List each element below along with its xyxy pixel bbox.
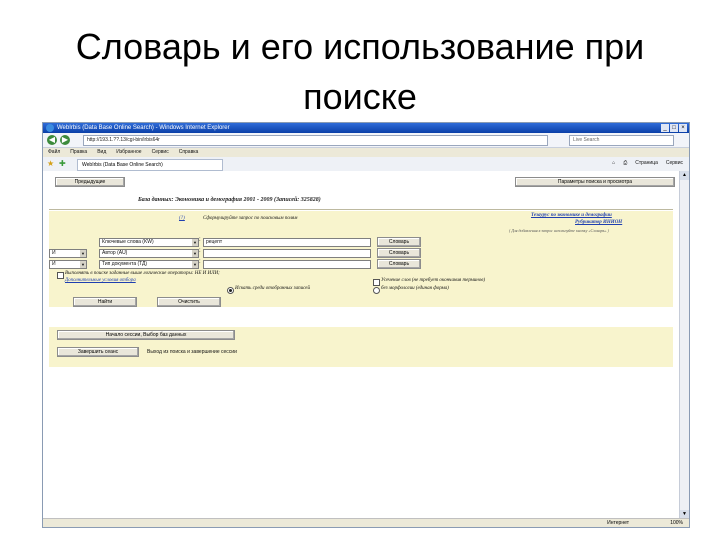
- status-bar: Интернет 100%: [43, 518, 689, 527]
- new-session-button[interactable]: Начало сессии, Выбор баз данных: [57, 330, 235, 340]
- thesaurus-link[interactable]: Тезаурус по экономике и демографии: [531, 213, 612, 218]
- find-button[interactable]: Найти: [73, 297, 137, 307]
- rubricator-link[interactable]: Рубрикатор ИНИОН: [575, 220, 622, 225]
- address-bar: ◀ ▶ http://193.1.??.13/cgi-bin/irbis64r …: [43, 133, 689, 148]
- vertical-scrollbar[interactable]: ▲ ▼: [679, 171, 689, 519]
- ie-icon: [46, 124, 54, 132]
- live-search-input[interactable]: Live Search: [569, 135, 674, 146]
- slide-title: Словарь и его использование при поиске: [0, 22, 720, 122]
- back-icon[interactable]: ◀: [47, 135, 57, 145]
- query-input-3[interactable]: [203, 260, 371, 269]
- colon: :: [199, 248, 201, 254]
- query-input-1[interactable]: рецепт: [203, 238, 371, 247]
- window-title: WebIrbis (Data Base Online Search) - Win…: [57, 125, 230, 131]
- divider: [49, 209, 673, 210]
- slide-title-line-2: поиске: [303, 76, 417, 117]
- help-link[interactable]: (?): [179, 216, 185, 221]
- minimize-icon[interactable]: _: [661, 124, 669, 132]
- page-viewport: Предыдущие Параметры поиска и просмотра …: [43, 171, 679, 519]
- truncation-checkbox[interactable]: [373, 279, 380, 286]
- query-input-2[interactable]: [203, 249, 371, 258]
- chevron-down-icon: ▼: [80, 250, 86, 257]
- field-select-3[interactable]: Тип документа (ТД) ▼: [99, 260, 199, 269]
- end-session-text: Выход из поиска и завершение сессии: [147, 349, 237, 355]
- home-icon[interactable]: ⌂: [612, 160, 615, 166]
- menu-bar: Файл Правка Вид Избранное Сервис Справка: [43, 148, 689, 157]
- slide-title-line-1: Словарь и его использование при: [75, 26, 645, 67]
- chevron-down-icon: ▼: [80, 261, 86, 268]
- extra-conditions-link[interactable]: Дополнительные условия отбора: [65, 278, 136, 283]
- compose-hint: Сформулируйте запрос по поисковым полям: [203, 216, 298, 221]
- url-input[interactable]: http://193.1.??.13/cgi-bin/irbis64r: [83, 135, 548, 146]
- menu-file[interactable]: Файл: [48, 148, 60, 157]
- add-favorite-icon[interactable]: ✚: [59, 159, 66, 168]
- no-morph-radio[interactable]: [373, 287, 380, 294]
- field-select-2[interactable]: Автор (AU) ▼: [99, 249, 199, 258]
- command-tools[interactable]: Сервис: [666, 160, 683, 166]
- browser-window: WebIrbis (Data Base Online Search) - Win…: [42, 122, 690, 528]
- zoom-level[interactable]: 100%: [670, 519, 683, 527]
- menu-tools[interactable]: Сервис: [152, 148, 169, 157]
- search-params-button[interactable]: Параметры поиска и просмотра: [515, 177, 675, 187]
- logic-operators-label: Выполнять в поиске заданные выше логичес…: [65, 271, 220, 276]
- database-info: База данных: Экономика и демография 2001…: [138, 197, 321, 203]
- search-form-panel: [49, 211, 673, 307]
- logic-operators-checkbox[interactable]: [57, 272, 64, 279]
- chevron-down-icon: ▼: [192, 261, 198, 268]
- truncation-label: Усечение слов (не требует окончания терм…: [381, 278, 486, 283]
- colon: :: [199, 259, 201, 265]
- end-session-button[interactable]: Завершить сеанс: [57, 347, 139, 357]
- forward-icon[interactable]: ▶: [60, 135, 70, 145]
- window-controls: _ □ ×: [661, 124, 687, 132]
- menu-edit[interactable]: Правка: [70, 148, 87, 157]
- search-within-label: Искать среди отобранных записей: [235, 286, 310, 291]
- command-page[interactable]: Страница: [635, 160, 658, 166]
- menu-view[interactable]: Вид: [97, 148, 106, 157]
- clear-button[interactable]: Очистить: [157, 297, 221, 307]
- search-within-radio[interactable]: [227, 287, 234, 294]
- colon: :: [199, 237, 201, 243]
- dictionary-button-3[interactable]: Словарь: [377, 259, 421, 269]
- dictionary-button-2[interactable]: Словарь: [377, 248, 421, 258]
- dictionary-button-1[interactable]: Словарь: [377, 237, 421, 247]
- dictionary-hint: ( Для добавления в запрос используйте кн…: [509, 228, 609, 233]
- prev-button[interactable]: Предыдущие: [55, 177, 125, 187]
- close-icon[interactable]: ×: [679, 124, 687, 132]
- scroll-up-icon[interactable]: ▲: [680, 171, 689, 180]
- security-zone: Интернет: [607, 520, 629, 526]
- maximize-icon[interactable]: □: [670, 124, 678, 132]
- chevron-down-icon: ▼: [192, 250, 198, 257]
- browser-tab[interactable]: WebIrbis (Data Base Online Search): [77, 159, 223, 171]
- window-titlebar: WebIrbis (Data Base Online Search) - Win…: [43, 123, 689, 133]
- menu-help[interactable]: Справка: [179, 148, 199, 157]
- command-bar: ⌂ ⎙ Страница Сервис: [612, 160, 683, 166]
- no-morph-label: без морфологии (единая форма): [381, 286, 449, 291]
- chevron-down-icon: ▼: [192, 239, 198, 246]
- logic-select-2[interactable]: И ▼: [49, 249, 87, 258]
- favorites-star-icon[interactable]: ★: [47, 159, 54, 168]
- menu-favorites[interactable]: Избранное: [116, 148, 141, 157]
- tab-bar: ★ ✚ WebIrbis (Data Base Online Search) ⌂…: [43, 157, 689, 172]
- logic-select-3[interactable]: И ▼: [49, 260, 87, 269]
- print-icon[interactable]: ⎙: [623, 160, 627, 166]
- field-select-1[interactable]: Ключевые слова (KW) ▼: [99, 238, 199, 247]
